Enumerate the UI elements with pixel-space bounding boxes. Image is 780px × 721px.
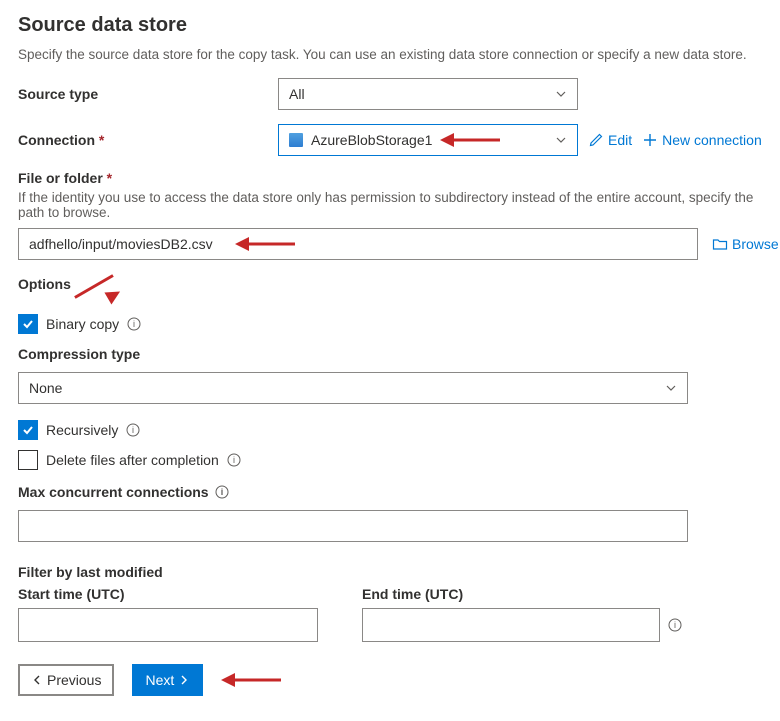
compression-type-label: Compression type: [18, 346, 762, 362]
edit-label: Edit: [608, 132, 632, 148]
annotation-arrow-icon: [440, 132, 500, 148]
connection-select[interactable]: AzureBlobStorage1: [278, 124, 578, 156]
connection-label: Connection: [18, 132, 278, 148]
info-icon[interactable]: i: [126, 423, 140, 437]
chevron-down-icon: [555, 134, 567, 146]
svg-text:i: i: [133, 319, 135, 329]
annotation-arrow-icon: [75, 272, 123, 300]
filter-label: Filter by last modified: [18, 564, 762, 580]
svg-text:i: i: [132, 425, 134, 435]
delete-after-checkbox[interactable]: [18, 450, 38, 470]
start-time-label: Start time (UTC): [18, 586, 338, 602]
max-conn-label: Max concurrent connections: [18, 484, 209, 500]
max-conn-input[interactable]: [18, 510, 688, 542]
next-button[interactable]: Next: [132, 664, 203, 696]
file-path-value: adfhello/input/moviesDB2.csv: [29, 236, 213, 252]
delete-after-label: Delete files after completion: [46, 452, 219, 468]
source-type-select[interactable]: All: [278, 78, 578, 110]
file-folder-help: If the identity you use to access the da…: [18, 190, 762, 220]
chevron-right-icon: [178, 674, 190, 686]
info-icon[interactable]: i: [668, 618, 682, 632]
plus-icon: [642, 132, 658, 148]
recursively-label: Recursively: [46, 422, 118, 438]
checkmark-icon: [21, 423, 35, 437]
previous-label: Previous: [47, 672, 101, 688]
page-subtitle: Specify the source data store for the co…: [18, 47, 762, 62]
source-type-label: Source type: [18, 86, 278, 102]
svg-text:i: i: [674, 620, 676, 630]
storage-icon: [289, 133, 303, 147]
svg-text:i: i: [220, 487, 223, 497]
folder-icon: [712, 236, 728, 252]
end-time-label: End time (UTC): [362, 586, 682, 602]
compression-type-select[interactable]: None: [18, 372, 688, 404]
info-icon[interactable]: i: [215, 485, 229, 499]
start-time-input[interactable]: [18, 608, 318, 642]
compression-type-value: None: [29, 380, 62, 396]
edit-connection-button[interactable]: Edit: [588, 132, 632, 148]
options-label: Options: [18, 276, 71, 292]
annotation-arrow-icon: [221, 672, 281, 688]
binary-copy-label: Binary copy: [46, 316, 119, 332]
chevron-down-icon: [555, 88, 567, 100]
connection-value: AzureBlobStorage1: [311, 132, 432, 148]
new-connection-label: New connection: [662, 132, 762, 148]
browse-label: Browse: [732, 236, 779, 252]
edit-icon: [588, 132, 604, 148]
binary-copy-checkbox[interactable]: [18, 314, 38, 334]
info-icon[interactable]: i: [227, 453, 241, 467]
next-label: Next: [145, 672, 174, 688]
file-folder-label: File or folder: [18, 170, 762, 186]
page-title: Source data store: [18, 14, 762, 37]
annotation-arrow-icon: [235, 236, 295, 252]
browse-button[interactable]: Browse: [712, 236, 779, 252]
file-path-input[interactable]: adfhello/input/moviesDB2.csv: [18, 228, 698, 260]
end-time-input[interactable]: [362, 608, 660, 642]
chevron-down-icon: [665, 382, 677, 394]
source-type-value: All: [289, 86, 305, 102]
previous-button[interactable]: Previous: [18, 664, 114, 696]
checkmark-icon: [21, 317, 35, 331]
info-icon[interactable]: i: [127, 317, 141, 331]
new-connection-button[interactable]: New connection: [642, 132, 762, 148]
recursively-checkbox[interactable]: [18, 420, 38, 440]
chevron-left-icon: [31, 674, 43, 686]
svg-text:i: i: [233, 455, 235, 465]
